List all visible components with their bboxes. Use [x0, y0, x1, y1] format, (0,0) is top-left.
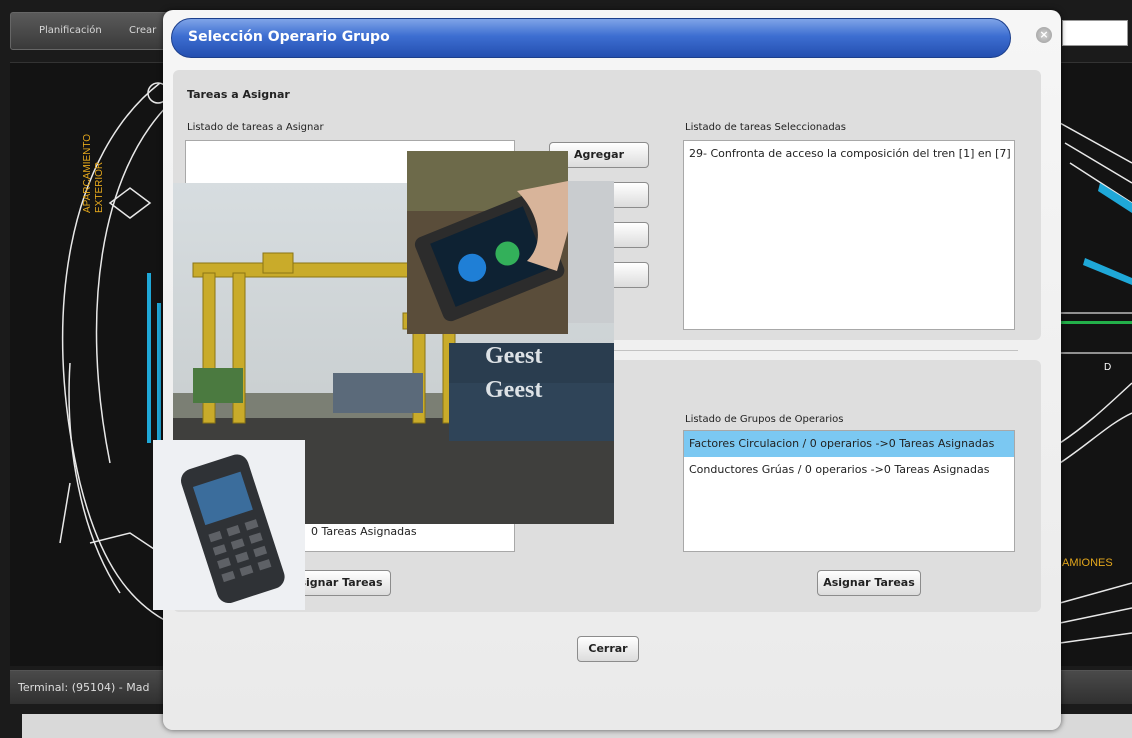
app-search-input[interactable]: [1062, 20, 1128, 46]
photo-background-strip: [568, 181, 614, 323]
assign-tasks-left-button[interactable]: signar Tareas: [291, 570, 391, 596]
dialog-title-bar[interactable]: Selección Operario Grupo: [171, 18, 1011, 58]
app-menu-bar: Planificación Crear: [10, 12, 170, 50]
close-dialog-button[interactable]: Cerrar: [577, 636, 639, 662]
close-icon[interactable]: ×: [1036, 27, 1052, 43]
list-item[interactable]: 29- Confronta de acceso la composición d…: [684, 141, 1014, 167]
list-item-selected[interactable]: Factores Circulacion / 0 operarios ->0 T…: [684, 431, 1014, 457]
tasks-list-label: Listado de tareas a Asignar: [187, 122, 324, 133]
tasks-heading: Tareas a Asignar: [187, 88, 290, 101]
map-label-aparcamiento: APARCAMIENTO: [82, 134, 93, 213]
svg-text:D: D: [1104, 362, 1111, 373]
menu-crear[interactable]: Crear: [129, 25, 156, 36]
container-text-2: Geest: [485, 377, 542, 403]
status-terminal-text: Terminal: (95104) - Mad: [18, 681, 150, 694]
handheld-device-photo: [153, 440, 305, 610]
menu-planificacion[interactable]: Planificación: [39, 25, 102, 36]
operator-groups-list[interactable]: Factores Circulacion / 0 operarios ->0 T…: [683, 430, 1015, 552]
groups-list-label: Listado de Grupos de Operarios: [685, 414, 844, 425]
selected-tasks-list[interactable]: 29- Confronta de acceso la composición d…: [683, 140, 1015, 330]
tablet-photo: [407, 151, 568, 334]
container-text-1: Geest: [485, 343, 542, 369]
dialog-title: Selección Operario Grupo: [188, 29, 390, 45]
list-item[interactable]: Conductores Grúas / 0 operarios ->0 Tare…: [684, 457, 1014, 483]
svg-text:EXTERIOR: EXTERIOR: [94, 162, 105, 213]
svg-text:AMIONES: AMIONES: [1062, 557, 1113, 569]
assign-tasks-right-button[interactable]: Asignar Tareas: [817, 570, 921, 596]
selected-tasks-label: Listado de tareas Seleccionadas: [685, 122, 847, 133]
